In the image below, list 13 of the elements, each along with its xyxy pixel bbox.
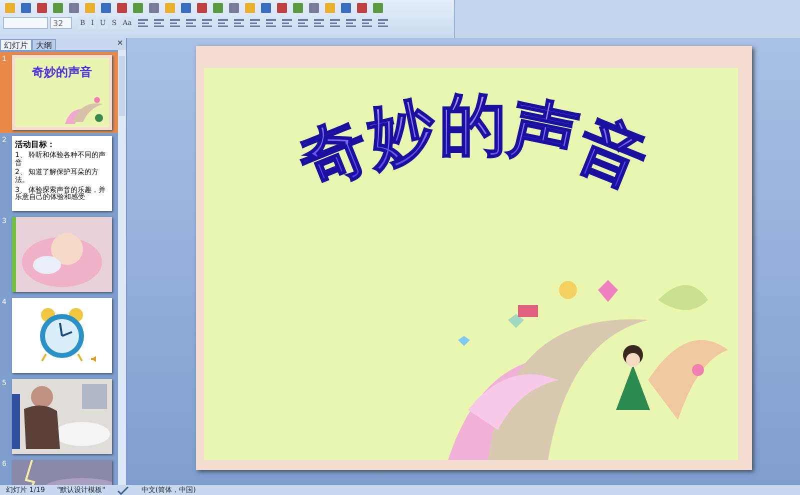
pane-tab[interactable]: 幻灯片	[0, 39, 32, 50]
spellcheck-icon[interactable]	[117, 486, 130, 494]
scrollbar[interactable]	[118, 50, 126, 485]
close-button[interactable]: ×	[114, 38, 126, 50]
slide-thumbnail[interactable]	[12, 298, 112, 373]
thumbnail-heading: 活动目标：	[15, 139, 56, 150]
thumbnail-title: 奇妙的声音	[31, 64, 93, 81]
pane-tab[interactable]: 大纲	[32, 39, 56, 50]
font-name-field[interactable]	[3, 16, 48, 28]
speaker-icon	[90, 355, 98, 363]
slide-thumbnail[interactable]: 奇妙的声音	[12, 55, 112, 130]
slide-title: 奇妙的声音	[211, 76, 731, 206]
font-size-field[interactable]: 32	[50, 16, 72, 28]
